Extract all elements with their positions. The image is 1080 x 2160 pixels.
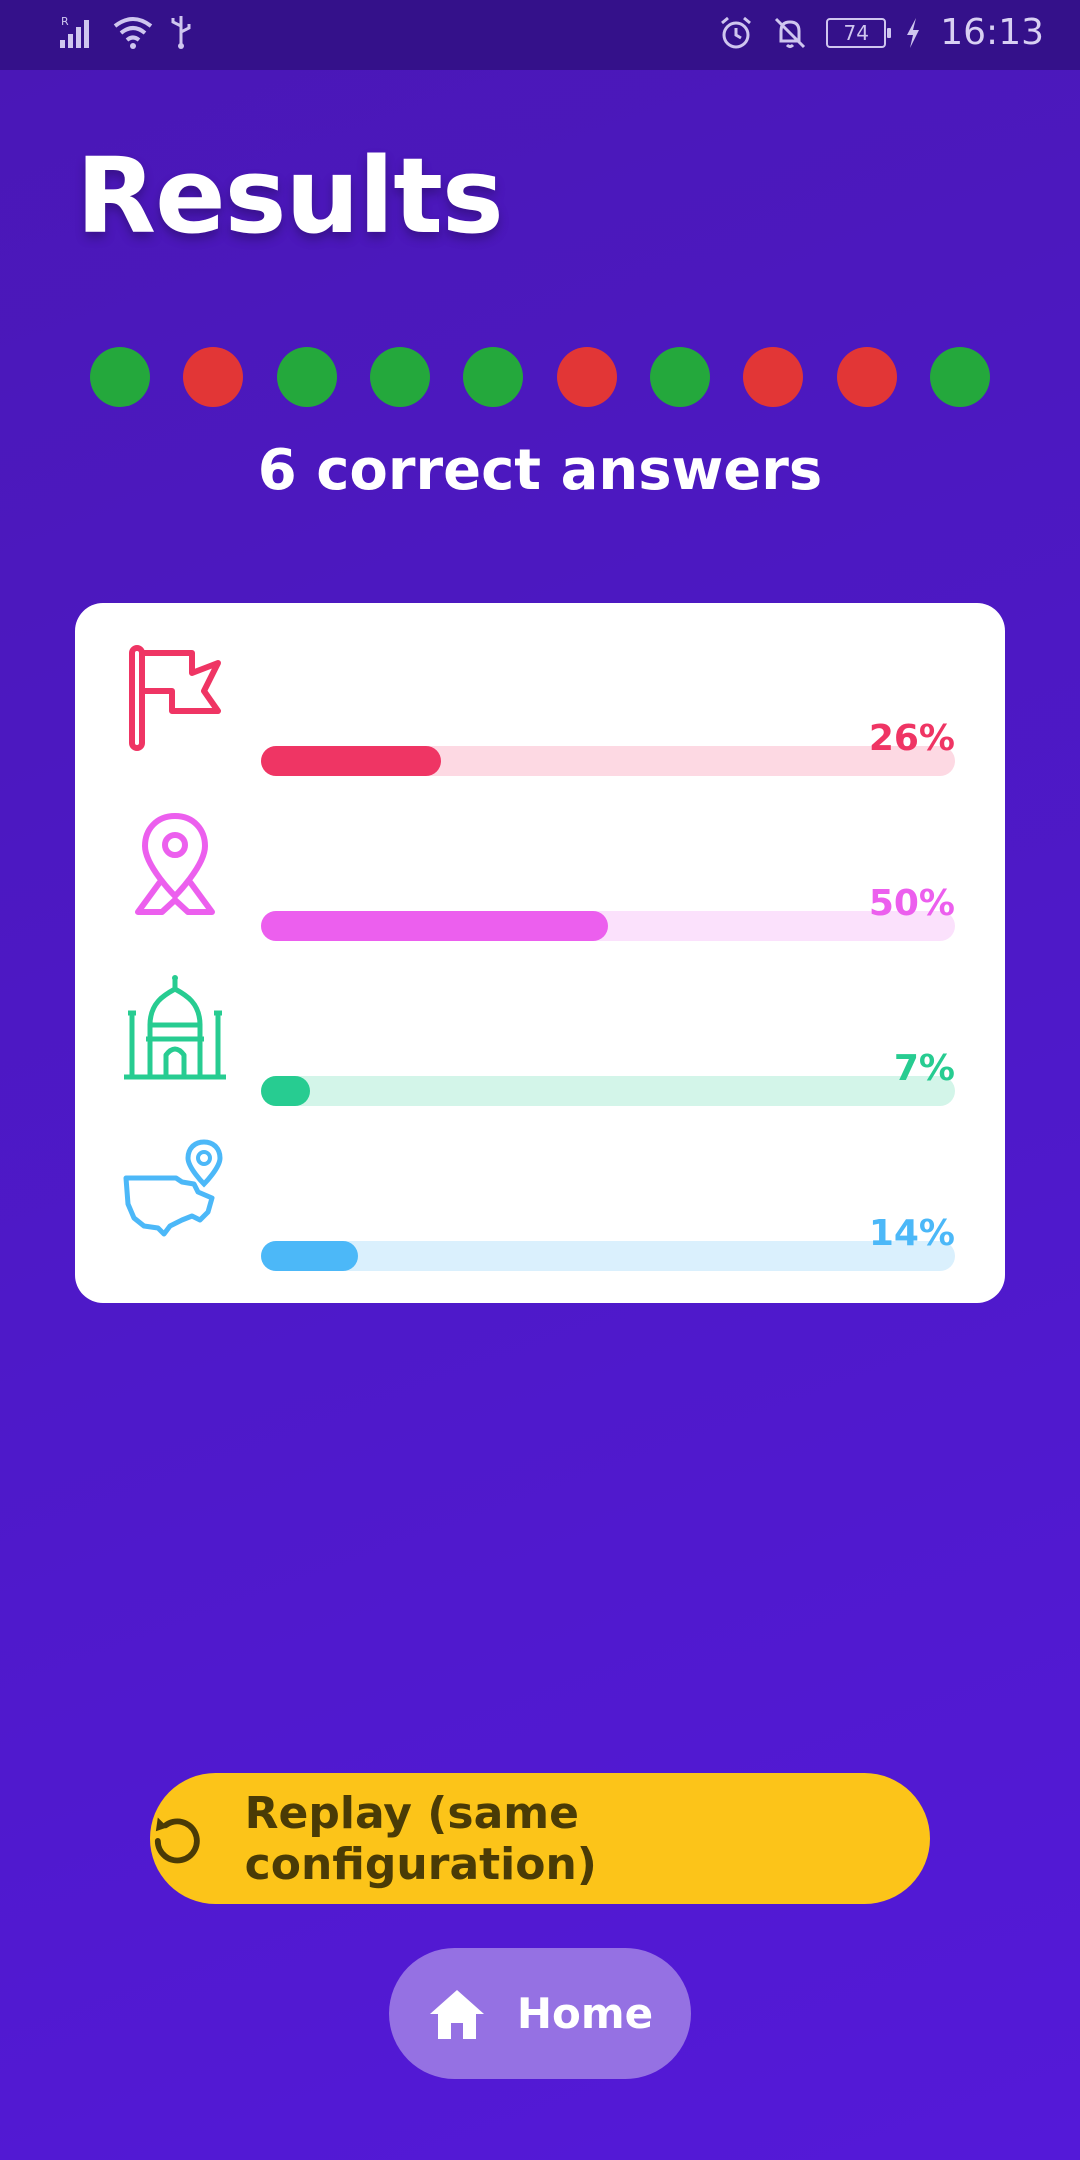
- percent-label: 50%: [868, 883, 955, 924]
- progress-fill: [261, 746, 442, 776]
- answer-dot-wrong: [183, 347, 244, 407]
- monument-icon: [124, 975, 226, 1080]
- replay-button[interactable]: Replay (same configuration): [150, 1773, 930, 1904]
- answer-dot-correct: [369, 347, 430, 407]
- map-pin-icon: [135, 812, 215, 915]
- answer-dot-correct: [90, 347, 150, 407]
- progress-fill: [261, 1076, 310, 1106]
- progress-track: [261, 911, 955, 941]
- progress-fill: [261, 1241, 359, 1271]
- flag-icon: [129, 645, 221, 751]
- stats-card: 26% 50% 7% 14%: [75, 603, 1005, 1303]
- percent-label: 7%: [893, 1048, 955, 1089]
- stat-row-flags: 26%: [75, 643, 1005, 776]
- score-text: 6 correct answers: [257, 438, 823, 503]
- home-label: Home: [516, 1989, 654, 2038]
- battery-level: 74: [843, 20, 869, 45]
- replay-icon: [154, 1817, 200, 1863]
- percent-label: 26%: [868, 718, 955, 759]
- stat-row-places: 50%: [75, 808, 1005, 941]
- answer-dot-correct: [276, 347, 337, 407]
- page-title: Results: [76, 135, 504, 257]
- country-map-icon: [123, 1139, 223, 1237]
- charging-icon: [907, 17, 920, 48]
- answer-dot-correct: [649, 347, 710, 407]
- status-right-icons: 74 16:13: [718, 12, 1044, 53]
- answer-dot-wrong: [743, 347, 804, 407]
- answer-dot-correct: [463, 347, 524, 407]
- answer-dots: [90, 347, 990, 407]
- progress-fill: [261, 911, 608, 941]
- progress-track: [261, 746, 955, 776]
- wifi-icon: [113, 17, 153, 49]
- signal-icon: R: [60, 15, 89, 48]
- home-button[interactable]: Home: [389, 1948, 691, 2079]
- answer-dot-wrong: [836, 347, 897, 407]
- battery-icon: 74: [826, 17, 892, 48]
- usb-icon: [171, 16, 191, 49]
- alarm-icon: [721, 16, 752, 48]
- stat-row-monuments: 7%: [75, 973, 1005, 1106]
- home-icon: [429, 1989, 484, 2039]
- svg-text:R: R: [61, 15, 69, 28]
- progress-track: [261, 1076, 955, 1106]
- mute-bell-icon: [775, 17, 806, 48]
- answer-dot-wrong: [556, 347, 617, 407]
- percent-label: 14%: [868, 1213, 955, 1254]
- status-bar: R 74 16:13: [0, 0, 1080, 70]
- progress-track: [261, 1241, 955, 1271]
- clock: 16:13: [940, 12, 1044, 53]
- replay-label: Replay (same configuration): [244, 1787, 597, 1890]
- status-left-icons: R: [58, 14, 194, 50]
- stat-row-countries: 14%: [75, 1138, 1005, 1271]
- answer-dot-correct: [929, 347, 990, 407]
